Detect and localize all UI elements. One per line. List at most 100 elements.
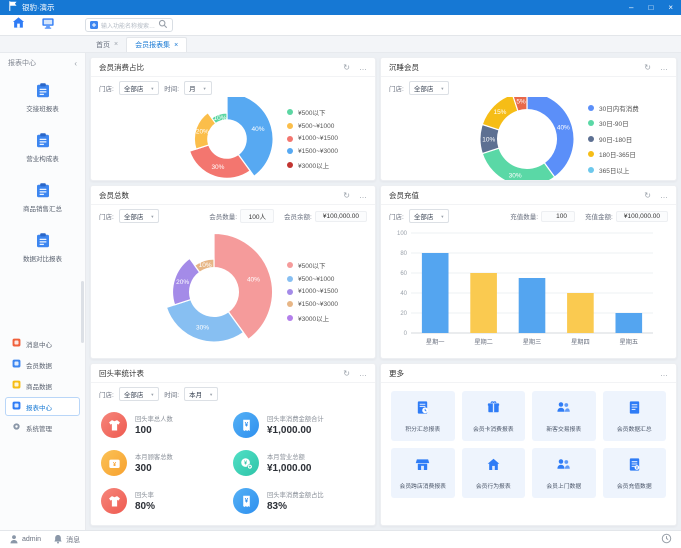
pie-slice[interactable] [527,97,574,177]
legend-item[interactable]: ¥3000以上 [287,160,367,170]
legend-item[interactable]: ¥500~¥1000 [287,276,367,283]
more-icon[interactable]: … [660,63,668,72]
legend-item[interactable]: ¥1000~¥1500 [287,135,367,142]
sidebar-item-label: 系统管理 [26,423,52,433]
maximize-button[interactable]: □ [648,4,653,12]
sidebar-item-0[interactable]: 消息中心 [5,334,80,353]
report-tile[interactable]: 会员卡消费报表 [462,391,526,441]
stat-card-text: 回头率总人数100 [135,414,173,436]
store-select[interactable]: 全部店▼ [119,81,159,95]
legend-item[interactable]: ¥1500~¥3000 [287,148,367,155]
legend-item[interactable]: ¥500以下 [287,260,367,270]
close-button[interactable]: × [668,4,673,12]
legend-item[interactable]: 180日-365日 [588,149,668,159]
sidebar-item-4[interactable]: 系统管理 [5,418,80,437]
tab-close-icon[interactable]: × [114,41,118,48]
pie-slice-label: 15% [493,109,506,116]
search-icon[interactable] [158,16,168,34]
more-icon[interactable]: … [359,63,367,72]
store-select[interactable]: 全部店▼ [119,387,159,401]
users-icon [556,400,571,415]
store-select[interactable]: 本月▼ [184,387,218,401]
app-window: 银豹·演示 – □ × 输入功能名称搜索… 首页 × 会员报表集 × 报 [0,0,681,548]
member-consume-donut-chart[interactable]: 40%30%20%10% [179,97,275,180]
bar-星期一[interactable] [422,253,449,333]
legend-label: 90日-180日 [599,134,632,144]
refresh-icon[interactable]: ↻ [644,63,651,72]
sidebar-item-3[interactable]: 报表中心 [5,397,80,416]
refresh-icon[interactable]: ↻ [343,369,350,378]
store-select[interactable]: 全部店▼ [409,81,449,95]
pie-slice[interactable] [190,144,251,177]
legend-label: ¥500~¥1000 [298,123,334,130]
report-tile[interactable]: 会员跨店消费报表 [391,448,455,498]
messages-group[interactable]: 消息 [53,533,80,547]
sidebar-scrollbar[interactable] [81,281,84,343]
user-group[interactable]: admin [9,533,41,547]
monitor-icon[interactable] [41,16,55,35]
bar-星期二[interactable] [470,273,497,333]
sidebar-item-label: 会员数据 [26,360,52,370]
report-tile[interactable]: 会员行为报表 [462,448,526,498]
tab-member-reports[interactable]: 会员报表集 × [126,37,187,52]
home-icon[interactable] [12,16,25,34]
sidebar-item-1[interactable]: 会员数据 [5,355,80,374]
refresh-icon[interactable]: ↻ [343,63,350,72]
store-select[interactable]: 月▼ [184,81,211,95]
dashboard-grid: 会员消费占比 ↻… 门店:全部店▼时间:月▼ 40%30%20%10% ¥500… [86,53,681,530]
stat-card-text: 本月顾客总数300 [135,452,173,474]
more-icon[interactable]: … [660,369,668,378]
pie-slice-label: 30% [196,324,209,331]
bar-星期五[interactable] [615,313,642,333]
sidebar-report-item[interactable]: 营业构成表 [26,132,59,163]
legend-label: ¥1000~¥1500 [298,135,338,142]
bar-星期三[interactable] [519,278,546,333]
store-select[interactable]: 全部店▼ [119,209,159,223]
pie-slice[interactable] [166,299,243,341]
report-tile[interactable]: ¥会员充值数据 [603,448,667,498]
select-value: 全部店 [124,211,144,221]
legend-dot-icon [287,148,293,154]
sleeping-members-donut-chart[interactable]: 40%30%10%15%5% [478,97,576,180]
tab-home-label: 首页 [96,40,110,50]
sidebar-report-item[interactable]: 数据对比报表 [23,232,62,263]
legend-label: ¥3000以上 [298,313,329,323]
legend-item[interactable]: 365日以上 [588,165,668,175]
tab-close-icon[interactable]: × [174,42,178,49]
more-icon[interactable]: … [660,191,668,200]
clock-icon[interactable] [661,533,672,546]
tab-home[interactable]: 首页 × [88,37,126,52]
legend-item[interactable]: ¥500以下 [287,107,367,117]
refresh-icon[interactable]: ↻ [343,191,350,200]
wallet-icon: ¥ [101,450,127,476]
chevron-down-icon: ▼ [209,392,213,397]
legend-item[interactable]: ¥500~¥1000 [287,123,367,130]
legend-item[interactable]: 30日内有消费 [588,103,668,113]
filter-label: 门店: [389,211,404,221]
store-select[interactable]: 全部店▼ [409,209,449,223]
report-tile[interactable]: 新客交易报表 [532,391,596,441]
legend-item[interactable]: 90日-180日 [588,134,668,144]
search-input[interactable]: 输入功能名称搜索… [85,18,173,32]
minimize-button[interactable]: – [629,4,633,12]
report-tile[interactable]: 积分汇总报表 [391,391,455,441]
sidebar-item-2[interactable]: 商品数据 [5,376,80,395]
sidebar-report-item[interactable]: 交接班报表 [26,82,59,113]
collapse-icon[interactable]: ‹ [74,59,77,68]
report-tile[interactable]: 会员数据汇总 [603,391,667,441]
bar-星期四[interactable] [567,293,594,333]
refresh-icon[interactable]: ↻ [644,191,651,200]
stat-label: 充值金额: [585,211,613,221]
legend-item[interactable]: ¥1000~¥1500 [287,288,367,295]
tshirt-icon [101,412,127,438]
legend-item[interactable]: 30日-90日 [588,118,668,128]
report-tile[interactable]: 会员上门数据 [532,448,596,498]
more-icon[interactable]: … [359,191,367,200]
more-icon[interactable]: … [359,369,367,378]
member-total-donut-chart[interactable]: 40%30%20%10% [153,231,275,353]
pie-slice-label: 40% [247,276,260,283]
sidebar-report-item[interactable]: 商品销售汇总 [23,182,62,213]
legend-item[interactable]: ¥1500~¥3000 [287,301,367,308]
member-recharge-bar-chart[interactable]: 020406080100星期一星期二星期三星期四星期五 [385,225,661,351]
legend-item[interactable]: ¥3000以上 [287,313,367,323]
